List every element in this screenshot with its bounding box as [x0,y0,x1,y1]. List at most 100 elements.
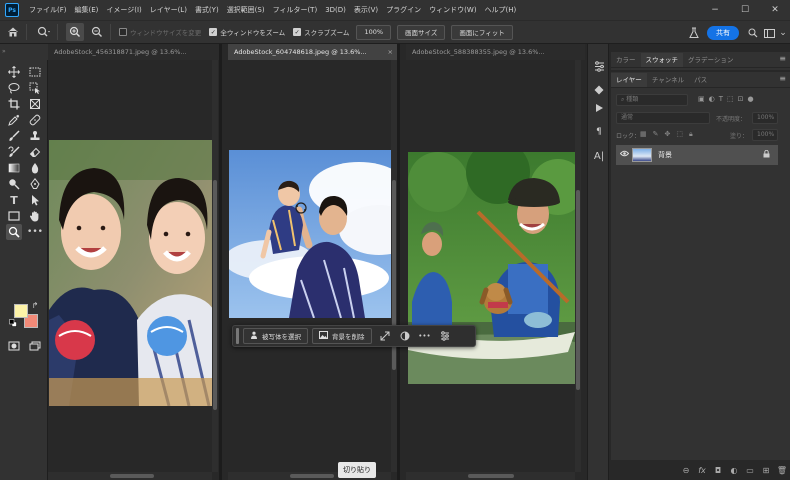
dodge-tool-icon[interactable] [6,176,22,192]
resize-windows-checkbox[interactable]: ウィンドウサイズを変更 [119,27,201,37]
delete-layer-icon[interactable]: 🗑︎ [774,462,790,478]
group-folder-icon[interactable]: ▭ [742,462,758,478]
color-panel-tab[interactable]: カラー [611,53,641,67]
layer-row-background[interactable]: 背景 [616,145,778,165]
clone-stamp-tool-icon[interactable] [27,128,43,144]
menu-item[interactable]: 書式(Y) [191,0,223,20]
menu-item[interactable]: 選択範囲(S) [223,0,269,20]
fill-screen-button[interactable]: 画面にフィット [451,24,513,40]
pane-divider[interactable] [397,44,400,480]
scroll-thumb[interactable] [468,474,514,478]
document-tab-1[interactable]: AdobeStock_456318871.jpeg @ 13.6%... [48,44,219,60]
artboard-lock-icon[interactable]: ⬚ [676,130,683,139]
drag-handle[interactable] [236,328,239,344]
lock-all-icon[interactable]: 🔒︎ [689,130,693,139]
menu-item[interactable]: 3D(D) [321,0,350,20]
menu-item[interactable]: ウィンドウ(W) [425,0,480,20]
vertical-scrollbar[interactable] [575,60,581,472]
collapse-icon[interactable]: » [2,48,46,56]
foreground-color-swatch[interactable] [14,304,28,318]
shape-filter-icon[interactable]: ⬚ [727,95,734,103]
screen-mode-icon[interactable] [27,338,43,354]
layer-filter-dropdown[interactable]: ⌕ 種類 [616,94,688,106]
zoom-tool-icon[interactable] [6,224,22,240]
lasso-tool-icon[interactable] [6,80,22,96]
scroll-thumb[interactable] [110,474,154,478]
pen-tool-icon[interactable] [27,176,43,192]
fx-icon[interactable]: fx [694,462,710,478]
zoom-100-button[interactable]: 100% [356,24,392,40]
blend-mode-dropdown[interactable]: 通常 [616,112,710,124]
quick-mask-icon[interactable] [6,338,22,354]
fill-field[interactable]: 100% [752,129,778,141]
remove-background-button[interactable]: 背景を削除 [312,328,372,344]
gradient-tool-icon[interactable] [6,160,22,176]
menu-item[interactable]: レイヤー(L) [146,0,191,20]
healing-brush-tool-icon[interactable] [27,112,43,128]
flask-icon[interactable] [686,25,702,41]
adjustment-layer-icon[interactable]: ◐ [726,462,742,478]
pane-divider[interactable] [219,44,222,480]
eraser-tool-icon[interactable] [27,144,43,160]
scroll-thumb[interactable] [576,190,580,390]
zoom-in-icon[interactable] [66,23,84,41]
horizontal-scrollbar[interactable] [406,472,575,480]
crop-tool-icon[interactable] [6,96,22,112]
pixel-filter-icon[interactable]: ▣ [698,95,705,103]
move-tool-icon[interactable] [6,64,22,80]
frame-tool-icon[interactable] [27,96,43,112]
filter-toggle-icon[interactable]: ● [748,95,754,103]
layers-panel-tab[interactable]: パス [689,73,712,87]
zoom-out-icon[interactable] [88,23,106,41]
canvas-3[interactable] [406,60,585,480]
color-panel-tab[interactable]: グラデーション [683,53,738,67]
share-button[interactable]: 共有 [707,26,739,40]
link-layers-icon[interactable]: ⊖ [678,462,694,478]
type-tool-icon[interactable]: T [6,192,22,208]
menu-item[interactable]: ファイル(F) [25,0,71,20]
scrubby-zoom-checkbox[interactable]: ✓ スクラブズーム [293,27,349,37]
menu-item[interactable]: 編集(E) [71,0,103,20]
canvas-1[interactable] [48,60,219,480]
horizontal-scrollbar[interactable] [48,472,212,480]
paragraph-icon[interactable]: ¶ [591,124,607,140]
marquee-tool-icon[interactable] [27,64,43,80]
play-actions-icon[interactable] [591,100,607,116]
more-options-icon[interactable]: ••• [418,329,432,343]
chevron-down-icon[interactable]: ⌄ [775,25,790,41]
smart-object-filter-icon[interactable]: ⊡ [738,95,744,103]
panel-menu-icon[interactable]: ≡ [779,54,786,63]
opacity-field[interactable]: 100% [752,112,778,124]
character-icon[interactable]: A| [591,148,607,164]
settings-icon[interactable] [438,329,452,343]
close-tab-icon[interactable]: × [388,44,393,60]
eye-icon[interactable] [619,150,630,159]
minimize-button[interactable]: − [700,0,730,20]
object-selection-tool-icon[interactable] [27,80,43,96]
type-filter-icon[interactable]: T [719,95,723,103]
zoom-all-windows-checkbox[interactable]: ✓ 全ウィンドウをズーム [209,27,285,37]
more-tools-icon[interactable]: ••• [27,224,43,240]
scroll-thumb[interactable] [213,180,217,410]
blur-tool-icon[interactable] [27,160,43,176]
fit-screen-button[interactable]: 画面サイズ [397,24,446,40]
hand-tool-icon[interactable] [27,208,43,224]
lock-transparency-icon[interactable]: ▦ [640,130,647,139]
swap-colors-icon[interactable]: ↱ [30,300,40,310]
document-tab-2[interactable]: AdobeStock_604748618.jpeg @ 13.6%... × [228,44,397,60]
menu-item[interactable]: フィルター(T) [269,0,322,20]
vertical-scrollbar[interactable] [212,60,218,472]
home-icon[interactable] [4,23,22,41]
menu-item[interactable]: 表示(V) [350,0,382,20]
canvas-2[interactable] [228,60,397,480]
color-panel-tab[interactable]: スウォッチ [640,53,683,67]
rectangle-tool-icon[interactable] [6,208,22,224]
lock-image-icon[interactable]: ✎ [653,130,659,139]
adjustment-filter-icon[interactable]: ◐ [709,95,715,103]
menu-item[interactable]: イメージ(I) [102,0,145,20]
search-icon[interactable] [745,25,761,41]
transform-icon[interactable] [378,329,392,343]
menu-item[interactable]: ヘルプ(H) [481,0,521,20]
maximize-button[interactable]: ☐ [730,0,760,20]
lock-position-icon[interactable]: ✥ [665,130,671,139]
